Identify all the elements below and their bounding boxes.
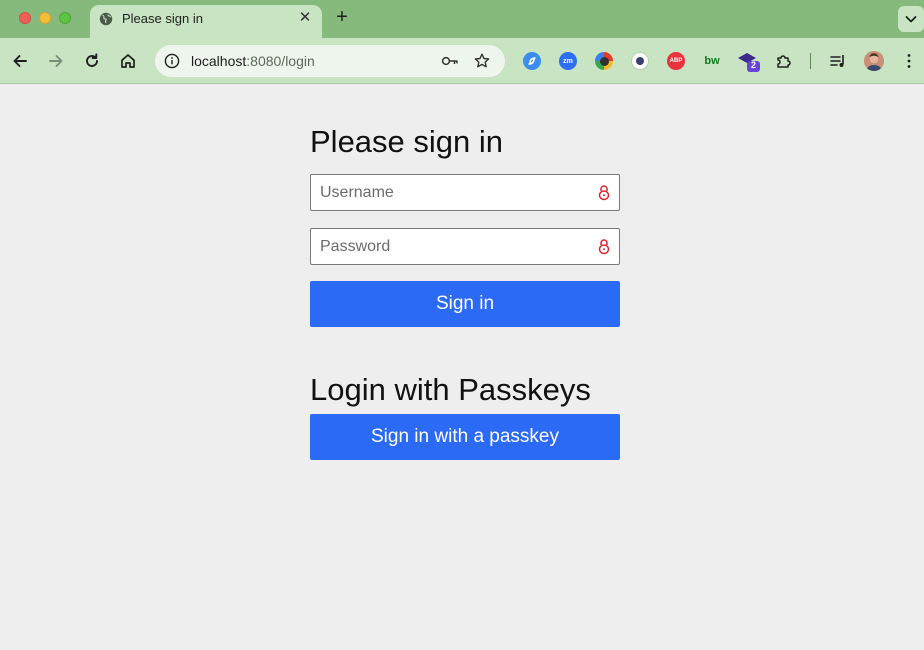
sign-in-button[interactable]: Sign in [310, 281, 620, 327]
browser-menu-button[interactable] [900, 52, 918, 70]
browser-tab[interactable]: Please sign in ✕ [90, 5, 322, 38]
address-bar[interactable]: localhost:8080/login [155, 45, 505, 77]
url-path: :8080/login [246, 53, 315, 69]
passkey-title: Login with Passkeys [310, 372, 591, 407]
extensions-menu-button[interactable] [775, 52, 793, 70]
adblock-extension-icon[interactable]: ABP [667, 52, 685, 70]
tab-strip: Please sign in ✕ + [0, 0, 924, 38]
close-window-button[interactable] [19, 12, 31, 24]
avatar-icon [864, 51, 884, 71]
page-title: Please sign in [310, 124, 504, 159]
home-icon [121, 54, 135, 68]
url-text[interactable]: localhost:8080/login [191, 53, 315, 69]
bw-extension-icon[interactable]: bw [703, 52, 721, 70]
password-manager-lock-icon[interactable] [598, 184, 610, 201]
sheep-glyph [636, 57, 644, 65]
colorpicker-center [599, 56, 609, 66]
puzzle-icon [777, 55, 791, 68]
mortarboard-icon [738, 53, 760, 72]
new-tab-button[interactable]: + [332, 7, 352, 27]
chevron-down-icon [905, 16, 917, 23]
swirl-extension-icon[interactable] [523, 52, 541, 70]
reload-icon [86, 53, 98, 67]
tab-search-button[interactable] [898, 6, 924, 32]
kebab-menu-icon [907, 54, 911, 68]
maximize-window-button[interactable] [59, 12, 71, 24]
extension-badge: 2 [751, 60, 757, 70]
url-host: localhost [191, 53, 247, 69]
key-icon[interactable] [441, 53, 459, 69]
back-button[interactable] [9, 50, 31, 72]
globe-icon [99, 12, 113, 26]
star-icon[interactable] [473, 52, 491, 70]
arrow-left-icon [13, 55, 27, 67]
sheep-extension-icon[interactable] [631, 52, 649, 70]
minimize-window-button[interactable] [39, 12, 51, 24]
passkey-sign-in-button[interactable]: Sign in with a passkey [310, 414, 620, 460]
reload-button[interactable] [81, 50, 103, 72]
username-input[interactable] [311, 175, 581, 210]
colorpicker-extension-icon[interactable] [595, 52, 613, 70]
zoom-extension-icon[interactable]: zm [559, 52, 577, 70]
site-info-icon[interactable] [164, 53, 180, 69]
home-button[interactable] [117, 50, 139, 72]
graduation-extension-icon[interactable]: 2 [738, 52, 760, 72]
close-tab-icon[interactable]: ✕ [297, 10, 313, 26]
playlist-icon [830, 55, 844, 67]
toolbar-divider [810, 53, 811, 69]
profile-avatar[interactable] [864, 51, 884, 71]
forward-button[interactable] [45, 50, 67, 72]
username-field[interactable] [310, 174, 620, 211]
arrow-right-icon [49, 55, 63, 67]
media-controls-button[interactable] [829, 52, 847, 70]
password-input[interactable] [311, 229, 581, 264]
tab-title: Please sign in [122, 11, 203, 26]
password-manager-lock-icon[interactable] [598, 238, 610, 255]
swirl-glyph-icon [528, 57, 536, 65]
browser-toolbar: localhost:8080/login zm ABP bw 2 [0, 38, 924, 84]
password-field[interactable] [310, 228, 620, 265]
